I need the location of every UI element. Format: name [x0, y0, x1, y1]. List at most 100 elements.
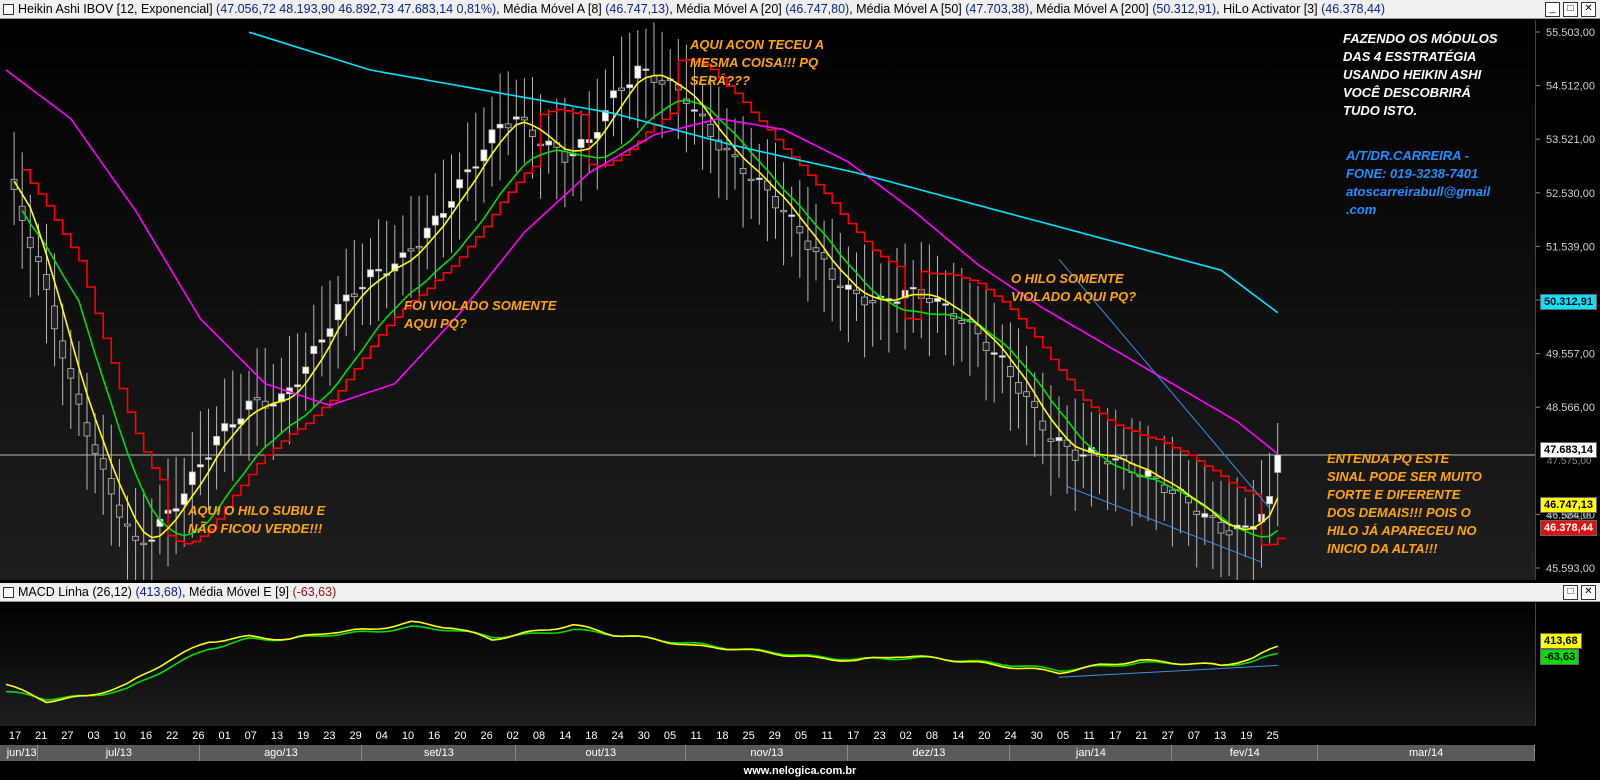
header-values: (47.056,72 48.193,90 46.892,73 47.683,14… — [216, 2, 497, 16]
candle-body — [180, 493, 188, 505]
restore-button[interactable]: □ — [1563, 2, 1578, 17]
candle-body — [358, 286, 366, 290]
candle-body — [107, 478, 115, 495]
tag-hilo: 46.378,44 — [1540, 520, 1597, 536]
y-tick-label: 49.557,00 — [1546, 349, 1595, 361]
candle-body — [893, 301, 901, 304]
candle-body — [326, 328, 334, 337]
candle-body — [869, 300, 877, 304]
x-tick-label: 29 — [349, 730, 361, 742]
close-button[interactable]: ✕ — [1581, 2, 1596, 17]
candle-body — [982, 341, 990, 351]
month-label: jun/13 — [6, 745, 39, 761]
candle-body — [1274, 454, 1282, 473]
price-chart-area[interactable] — [0, 20, 1535, 580]
candle-body — [634, 65, 642, 79]
candle-body — [245, 400, 253, 410]
tag-ma200: 50.312,91 — [1540, 294, 1597, 310]
candle-body — [812, 247, 820, 253]
candle-body — [642, 68, 650, 71]
candle-body — [196, 464, 204, 468]
y-tick-label: 45.593,00 — [1546, 563, 1595, 575]
candle-body — [707, 123, 715, 137]
month-label: mar/14 — [1318, 745, 1535, 761]
candle-body — [796, 226, 804, 234]
candle-body — [294, 384, 302, 388]
candle-body — [83, 422, 91, 437]
candle-body — [188, 471, 196, 486]
macd-title: MACD Linha (26,12) — [18, 585, 132, 599]
candle-body — [75, 393, 83, 405]
x-tick-label: 17 — [847, 730, 859, 742]
candle-body — [577, 139, 585, 148]
candle-body — [521, 116, 528, 121]
candle-body — [367, 269, 374, 278]
month-label: nov/13 — [686, 745, 849, 761]
candle-body — [1160, 484, 1168, 493]
x-tick-label: 21 — [1135, 730, 1147, 742]
candle-body — [1209, 515, 1217, 518]
x-tick-label: 05 — [1057, 730, 1069, 742]
macd-select-box[interactable] — [3, 587, 14, 598]
x-tick-label: 26 — [480, 730, 492, 742]
x-tick-label: 17 — [1109, 730, 1121, 742]
x-tick-label: 14 — [952, 730, 964, 742]
price-panel-header: Heikin Ashi IBOV [12, Exponencial] (47.0… — [0, 0, 1600, 19]
x-tick-label: 24 — [1004, 730, 1016, 742]
candle-body — [51, 305, 58, 330]
minimize-button[interactable]: _ — [1545, 2, 1560, 17]
x-tick-label: 05 — [795, 730, 807, 742]
x-tick-label: 29 — [769, 730, 781, 742]
candle-body — [132, 535, 140, 541]
candle-body — [342, 294, 350, 302]
x-tick-label: 01 — [218, 730, 230, 742]
macd-restore-button[interactable]: □ — [1563, 585, 1578, 600]
x-tick-label: 11 — [690, 730, 701, 742]
candle-body — [545, 140, 553, 146]
header-ind2: Média Móvel A [20] — [676, 2, 782, 16]
x-tick-label: 05 — [664, 730, 676, 742]
macd-chart-svg — [5, 620, 1278, 704]
month-bar[interactable]: jun/13 jul/13 ago/13 set/13 out/13 nov/13 dez/… — [0, 745, 1535, 761]
header-ind4: Média Móvel A [200] — [1036, 2, 1149, 16]
candle-body — [990, 352, 998, 355]
candle-body — [853, 289, 860, 295]
header-title: Heikin Ashi IBOV [12, Exponencial] — [18, 2, 213, 16]
x-tick-label: 27 — [1162, 730, 1174, 742]
panel-select-box[interactable] — [3, 4, 14, 15]
x-tick-label: 17 — [9, 730, 21, 742]
candle-body — [626, 84, 634, 89]
candle-body — [480, 149, 488, 162]
candle-body — [1217, 522, 1225, 534]
candle-body — [407, 248, 415, 252]
x-tick-label: 24 — [611, 730, 623, 742]
annotation-hilo-up: AQUI O HILO SUBIU E NÃO FICOU VERDE!!! — [188, 503, 326, 536]
header-ind3: Média Móvel A [50] — [856, 2, 962, 16]
candle-body — [836, 285, 844, 288]
macd-close-button[interactable]: ✕ — [1581, 585, 1596, 600]
candle-body — [213, 436, 221, 446]
macd-chart-area[interactable] — [0, 603, 1535, 726]
ma8-line — [13, 74, 1279, 539]
month-label: fev/14 — [1172, 745, 1319, 761]
candle-body — [35, 256, 42, 262]
x-tick-label: 08 — [533, 730, 545, 742]
y-tick-label: 55.503,00 — [1546, 27, 1595, 39]
candle-body — [691, 109, 698, 112]
candle-body — [926, 298, 933, 303]
month-label: jan/14 — [1010, 745, 1173, 761]
x-tick-label: 11 — [1083, 730, 1094, 742]
candle-body — [350, 293, 358, 298]
candle-body — [958, 320, 966, 324]
x-tick-label: 13 — [271, 730, 283, 742]
candle-body — [1266, 496, 1273, 505]
candle-body — [1193, 510, 1201, 515]
macd-signal-val: (-63,63) — [292, 585, 337, 599]
x-tick-label: 07 — [245, 730, 257, 742]
candle-body — [512, 116, 520, 120]
candle-body — [618, 87, 625, 91]
candle-body — [1039, 420, 1047, 431]
x-tick-label: 03 — [87, 730, 99, 742]
x-tick-label: 10 — [402, 730, 414, 742]
tag-macd: 413,68 — [1540, 633, 1582, 649]
